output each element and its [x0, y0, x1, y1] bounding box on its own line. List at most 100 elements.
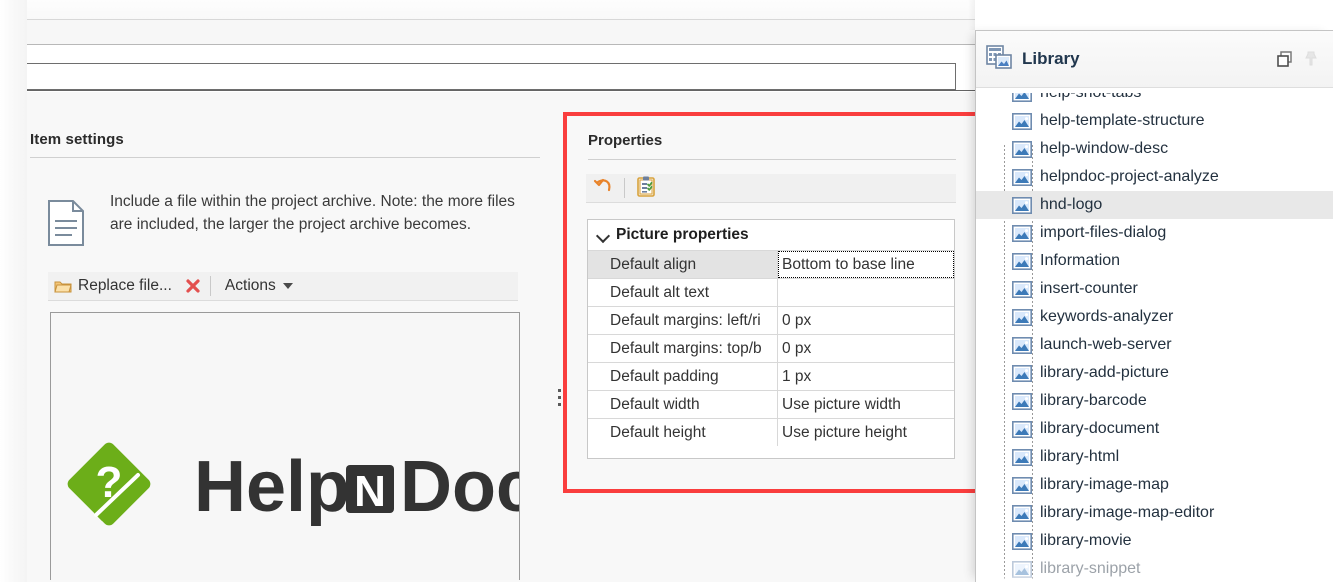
document-icon: [48, 200, 84, 246]
picture-preview[interactable]: ? Help N Doc: [50, 312, 520, 580]
svg-text:?: ?: [96, 458, 123, 507]
property-row[interactable]: Default padding 1 px: [588, 362, 954, 390]
library-item-label: keywords-analyzer: [1040, 308, 1174, 325]
replace-file-label: Replace file...: [78, 277, 172, 294]
library-list[interactable]: help-shot-tabs help-template-structure hel…: [976, 88, 1333, 582]
property-name: Default margins: top/b: [588, 335, 778, 362]
picture-thumbnail-icon: [1012, 224, 1032, 242]
library-item-label: helpndoc-project-analyze: [1040, 168, 1219, 185]
property-name: Default margins: left/ri: [588, 307, 778, 334]
library-item[interactable]: library-html: [976, 443, 1333, 471]
library-panel-icon: [986, 44, 1012, 74]
hnd-logo-image: ? Help N Doc: [56, 433, 520, 543]
property-value[interactable]: 0 px: [778, 335, 954, 362]
property-row[interactable]: Default margins: left/ri 0 px: [588, 306, 954, 334]
pane-splitter[interactable]: [558, 389, 563, 409]
library-title: Library: [1022, 49, 1080, 68]
section-divider: [30, 157, 540, 158]
library-item-label: library-html: [1040, 448, 1120, 465]
library-item-label: library-document: [1040, 420, 1160, 437]
restore-window-icon[interactable]: [1272, 46, 1298, 72]
info-description: Include a file within the project archiv…: [110, 193, 515, 233]
app-window: Item settings Include a file within the …: [0, 0, 1333, 582]
picture-thumbnail-icon: [1012, 504, 1032, 522]
library-item-label: import-files-dialog: [1040, 224, 1167, 241]
grid-group-header[interactable]: Picture properties: [588, 220, 954, 250]
svg-text:N: N: [354, 467, 386, 516]
actions-dropdown-button[interactable]: Actions: [219, 272, 299, 301]
grid-rows: Default align Bottom to base line Default …: [588, 250, 954, 446]
property-row[interactable]: Default width Use picture width: [588, 390, 954, 418]
property-value[interactable]: 1 px: [778, 363, 954, 390]
undo-button[interactable]: [586, 174, 620, 203]
property-value[interactable]: Use picture height: [778, 419, 954, 446]
actions-label: Actions: [224, 277, 276, 294]
property-value[interactable]: Bottom to base line: [778, 251, 954, 278]
property-name: Default alt text: [588, 279, 778, 306]
pin-icon[interactable]: [1298, 46, 1324, 72]
library-item[interactable]: help-window-desc: [976, 135, 1333, 163]
library-item[interactable]: import-files-dialog: [976, 219, 1333, 247]
x-icon[interactable]: [184, 277, 202, 295]
top-toolbar-inner: [27, 19, 976, 44]
clipboard-check-icon: [635, 175, 657, 202]
library-item[interactable]: library-barcode: [976, 387, 1333, 415]
properties-title: Properties: [588, 132, 663, 149]
property-name: Default height: [588, 419, 778, 446]
library-item-label: launch-web-server: [1040, 336, 1172, 353]
undo-arrow-icon: [592, 175, 614, 202]
library-item[interactable]: keywords-analyzer: [976, 303, 1333, 331]
properties-grid[interactable]: Picture properties Default align Bottom t…: [587, 219, 955, 459]
library-item[interactable]: library-add-picture: [976, 359, 1333, 387]
below-field-band: [0, 92, 976, 100]
list-bottom-fade: [976, 576, 1333, 582]
property-row[interactable]: Default align Bottom to base line: [588, 250, 954, 278]
list-top-fade: [976, 88, 1333, 93]
picture-thumbnail-icon: [1012, 140, 1032, 158]
property-row[interactable]: Default margins: top/b 0 px: [588, 334, 954, 362]
property-value[interactable]: 0 px: [778, 307, 954, 334]
page-title: Item settings: [30, 131, 124, 148]
toolbar-separator: [209, 276, 211, 296]
library-item[interactable]: library-image-map-editor: [976, 499, 1333, 527]
library-item[interactable]: help-template-structure: [976, 107, 1333, 135]
property-row[interactable]: Default alt text: [588, 278, 954, 306]
panel-top-filler: [975, 0, 1333, 30]
library-item-label: help-template-structure: [1040, 112, 1205, 129]
item-actions-bar: Replace file... Actions: [48, 272, 518, 301]
library-item[interactable]: insert-counter: [976, 275, 1333, 303]
property-name: Default padding: [588, 363, 778, 390]
library-item[interactable]: library-document: [976, 415, 1333, 443]
library-item-label: library-image-map-editor: [1040, 504, 1215, 521]
svg-text:Doc: Doc: [400, 447, 520, 527]
library-item-label: insert-counter: [1040, 280, 1138, 297]
picture-thumbnail-icon: [1012, 476, 1032, 494]
chevron-down-icon: [282, 283, 293, 289]
library-item[interactable]: Information: [976, 247, 1333, 275]
picture-thumbnail-icon: [1012, 420, 1032, 438]
library-item[interactable]: library-movie: [976, 527, 1333, 555]
library-item-label: library-barcode: [1040, 392, 1147, 409]
library-panel: Library help-shot-tabs help-template-stru…: [975, 30, 1333, 582]
apply-properties-button[interactable]: [629, 174, 663, 203]
picture-thumbnail-icon: [1012, 168, 1032, 186]
chevron-down-icon[interactable]: [596, 228, 610, 242]
library-item[interactable]: library-image-map: [976, 471, 1333, 499]
library-item[interactable]: helpndoc-project-analyze: [976, 163, 1333, 191]
property-value[interactable]: [778, 279, 954, 306]
library-item-label: help-window-desc: [1040, 140, 1169, 157]
properties-divider: [588, 159, 956, 160]
item-settings-header: Item settings: [30, 131, 540, 155]
top-toolbar-strip: [0, 0, 976, 45]
property-row[interactable]: Default height Use picture height: [588, 418, 954, 446]
library-item[interactable]: launch-web-server: [976, 331, 1333, 359]
picture-thumbnail-icon: [1012, 560, 1032, 578]
top-text-input[interactable]: [9, 63, 956, 90]
properties-toolbar: [586, 174, 956, 203]
picture-thumbnail-icon: [1012, 392, 1032, 410]
property-name: Default width: [588, 391, 778, 418]
property-value[interactable]: Use picture width: [778, 391, 954, 418]
library-item[interactable]: hnd-logo: [976, 191, 1333, 219]
svg-text:Help: Help: [194, 447, 350, 527]
replace-file-button[interactable]: Replace file...: [48, 272, 178, 301]
